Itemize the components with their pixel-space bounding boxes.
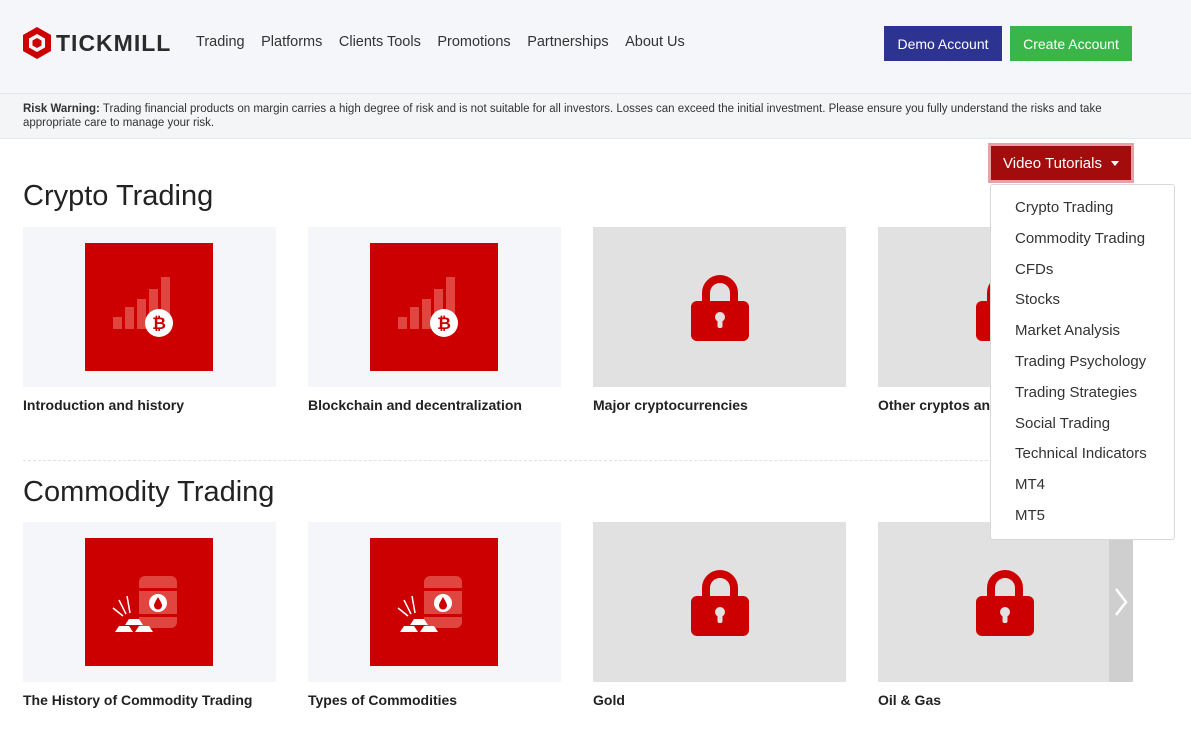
commodities-icon [397, 576, 462, 632]
tickmill-logo-icon [23, 27, 51, 59]
nav-about-us[interactable]: About Us [625, 34, 685, 50]
menu-item-social-trading[interactable]: Social Trading [991, 409, 1174, 440]
logo[interactable]: TICKMILL [23, 27, 171, 59]
bitcoin-chart-icon: ₿ [398, 277, 458, 337]
card-thumbnail[interactable]: ₿ [308, 227, 561, 387]
thumbnail-bg [370, 538, 498, 666]
menu-item-market-analysis[interactable]: Market Analysis [991, 316, 1174, 347]
thumbnail-bg: ₿ [85, 243, 213, 371]
section-divider [23, 460, 1133, 461]
menu-item-trading-strategies[interactable]: Trading Strategies [991, 378, 1174, 409]
risk-warning-bar: Risk Warning: Trading financial products… [0, 94, 1191, 139]
nav-trading[interactable]: Trading [196, 34, 245, 50]
thumbnail-bg [85, 538, 213, 666]
video-tutorials-button[interactable]: Video Tutorials [988, 143, 1134, 183]
menu-item-technical-indicators[interactable]: Technical Indicators [991, 439, 1174, 470]
nav-partnerships[interactable]: Partnerships [527, 34, 608, 50]
lock-icon [976, 570, 1034, 636]
svg-text:₿: ₿ [152, 314, 166, 334]
lock-icon [691, 275, 749, 341]
card-title[interactable]: Oil & Gas [878, 692, 941, 708]
section-title-crypto: Crypto Trading [23, 180, 214, 212]
lock-icon [691, 570, 749, 636]
menu-item-commodity-trading[interactable]: Commodity Trading [991, 224, 1174, 255]
risk-warning-text: Trading financial products on margin car… [23, 103, 1102, 129]
card-title[interactable]: Blockchain and decentralization [308, 397, 522, 413]
card-title[interactable]: Introduction and history [23, 397, 184, 413]
card-thumbnail[interactable] [308, 522, 561, 682]
card-title[interactable]: Major cryptocurrencies [593, 397, 748, 413]
risk-warning: Risk Warning: Trading financial products… [23, 102, 1153, 130]
card-thumbnail[interactable] [23, 522, 276, 682]
risk-warning-label: Risk Warning: [23, 103, 100, 115]
bitcoin-chart-icon: ₿ [113, 277, 173, 337]
video-tutorials-menu: Crypto Trading Commodity Trading CFDs St… [990, 184, 1175, 540]
caret-down-icon [1110, 160, 1119, 166]
menu-item-mt4[interactable]: MT4 [991, 470, 1174, 501]
site-header: TICKMILL Trading Platforms Clients Tools… [0, 0, 1191, 94]
nav-platforms[interactable]: Platforms [261, 34, 322, 50]
card-title[interactable]: Gold [593, 692, 625, 708]
chevron-right-icon [1115, 588, 1128, 616]
card-thumbnail[interactable] [593, 522, 846, 682]
commodities-icon [112, 576, 177, 632]
nav-clients-tools[interactable]: Clients Tools [339, 34, 421, 50]
create-account-button[interactable]: Create Account [1010, 26, 1132, 61]
main-nav: Trading Platforms Clients Tools Promotio… [196, 34, 701, 50]
nav-promotions[interactable]: Promotions [437, 34, 510, 50]
card-thumbnail[interactable]: ₿ [23, 227, 276, 387]
brand-name: TICKMILL [56, 29, 172, 56]
card-thumbnail[interactable] [878, 522, 1131, 682]
menu-item-cfds[interactable]: CFDs [991, 255, 1174, 286]
menu-item-stocks[interactable]: Stocks [991, 285, 1174, 316]
carousel-next-button[interactable] [1109, 522, 1133, 682]
card-thumbnail[interactable] [593, 227, 846, 387]
demo-account-button[interactable]: Demo Account [884, 26, 1002, 61]
svg-text:₿: ₿ [437, 314, 451, 334]
card-title[interactable]: The History of Commodity Trading [23, 692, 252, 708]
video-tutorials-label: Video Tutorials [1003, 154, 1102, 172]
thumbnail-bg: ₿ [370, 243, 498, 371]
menu-item-mt5[interactable]: MT5 [991, 501, 1174, 532]
card-title[interactable]: Other cryptos and [878, 397, 999, 413]
card-title[interactable]: Types of Commodities [308, 692, 457, 708]
section-title-commodity: Commodity Trading [23, 476, 275, 508]
menu-item-trading-psychology[interactable]: Trading Psychology [991, 347, 1174, 378]
menu-item-crypto-trading[interactable]: Crypto Trading [991, 193, 1174, 224]
